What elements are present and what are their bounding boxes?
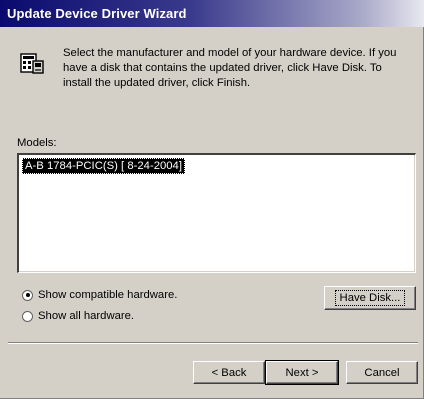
back-label: < Back — [211, 366, 247, 379]
cancel-button[interactable]: Cancel — [346, 361, 418, 384]
footer-separator — [8, 342, 418, 344]
models-listbox[interactable]: A-B 1784-PCIC(S) [ 8-24-2004] — [17, 153, 416, 273]
models-label: Models: — [17, 137, 57, 149]
model-list-item-selected[interactable]: A-B 1784-PCIC(S) [ 8-24-2004] — [22, 158, 185, 174]
show-compatible-label[interactable]: Show compatible hardware. — [38, 289, 177, 301]
next-button[interactable]: Next > — [265, 360, 339, 385]
show-compatible-radio[interactable]: Show compatible hardware. — [22, 288, 177, 302]
instruction-text: Select the manufacturer and model of you… — [63, 47, 397, 89]
back-button[interactable]: < Back — [193, 361, 265, 384]
window-title: Update Device Driver Wizard — [7, 6, 187, 21]
update-driver-wizard-window: Update Device Driver Wizard Select the m… — [0, 0, 424, 399]
have-disk-button[interactable]: Have Disk... — [324, 286, 416, 310]
radio-unchecked-icon[interactable] — [22, 310, 33, 322]
hardware-device-icon — [20, 51, 45, 75]
next-label: Next > — [285, 366, 319, 379]
title-bar[interactable]: Update Device Driver Wizard — [0, 0, 424, 27]
radio-checked-icon[interactable] — [22, 289, 33, 301]
show-all-radio[interactable]: Show all hardware. — [22, 309, 134, 323]
show-all-label[interactable]: Show all hardware. — [38, 310, 134, 322]
have-disk-label: Have Disk... — [334, 290, 406, 306]
cancel-label: Cancel — [364, 366, 400, 379]
